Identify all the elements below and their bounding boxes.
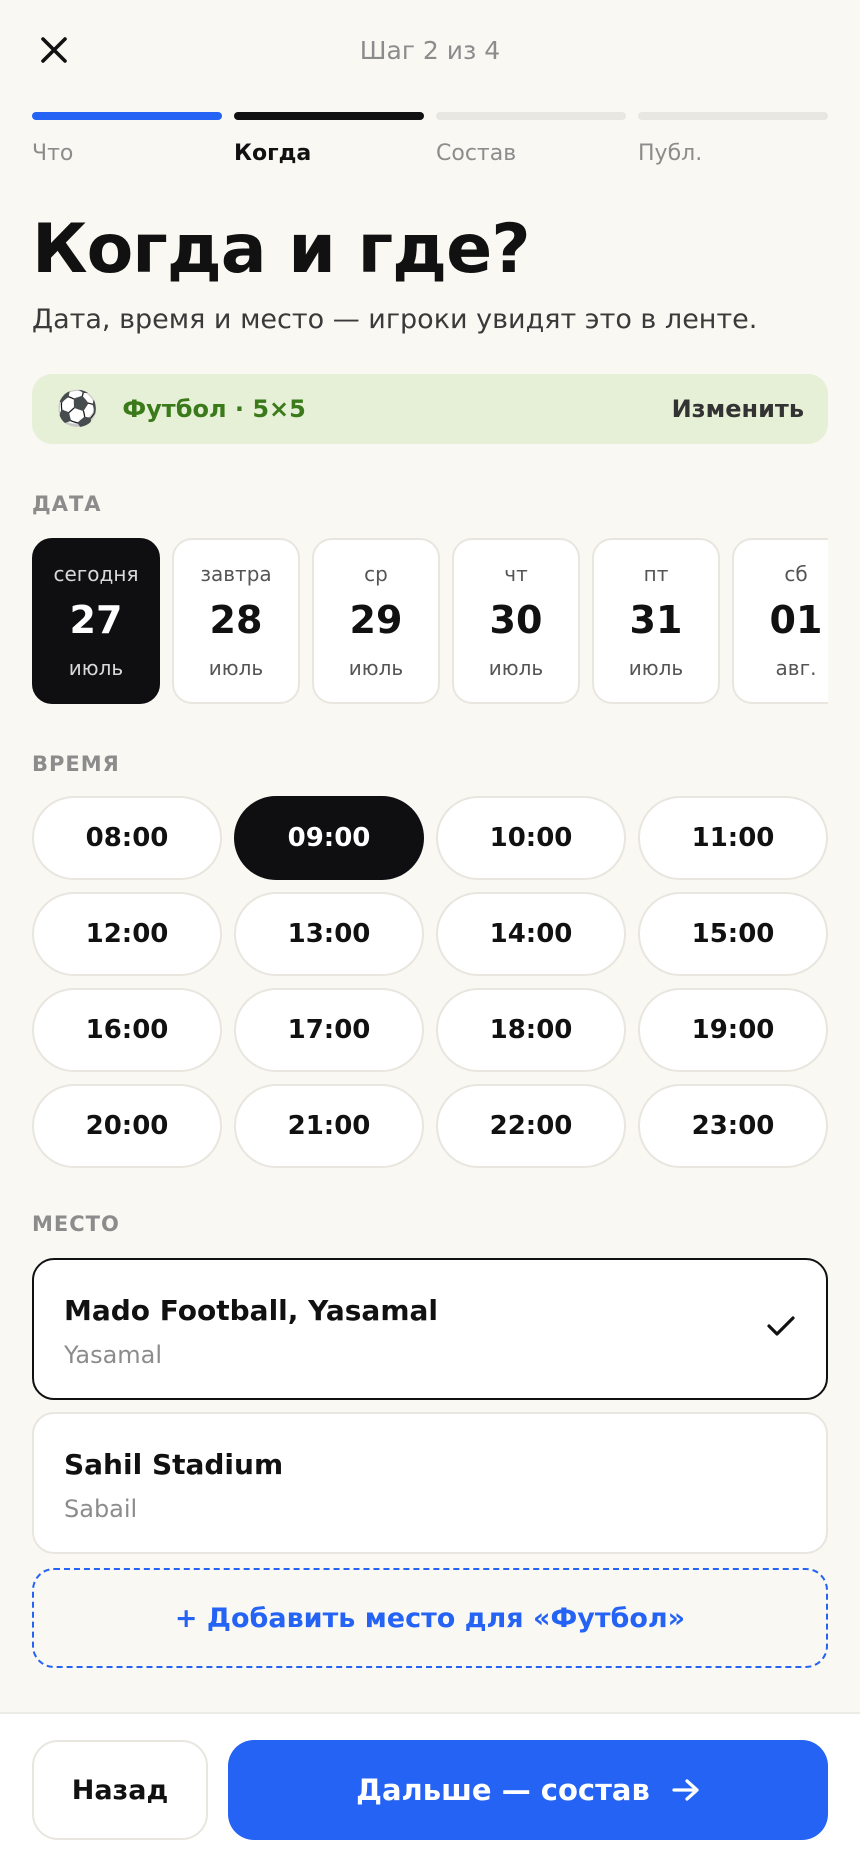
date-card[interactable]: пт 31 июль bbox=[592, 538, 720, 704]
date-month: июль bbox=[488, 656, 544, 680]
time-slot[interactable]: 08:00 bbox=[32, 796, 222, 880]
time-slot[interactable]: 23:00 bbox=[638, 1084, 828, 1168]
progress-step-label-current: Когда bbox=[234, 141, 312, 166]
time-grid: 08:00 09:00 10:00 11:00 12:00 13:00 14:00 15:00… bbox=[32, 796, 828, 1168]
date-weekday: сб bbox=[784, 562, 808, 586]
venue-name: Mado Football, Yasamal bbox=[64, 1294, 438, 1327]
time-slot[interactable]: 15:00 bbox=[638, 892, 828, 976]
progress-segment-2 bbox=[234, 112, 424, 120]
time-slot[interactable]: 19:00 bbox=[638, 988, 828, 1072]
date-card[interactable]: чт 30 июль bbox=[452, 538, 580, 704]
place-section-label: МЕСТО bbox=[32, 1212, 120, 1236]
date-card-selected[interactable]: сегодня 27 июль bbox=[32, 538, 160, 704]
venue-name: Sahil Stadium bbox=[64, 1448, 284, 1481]
date-month: июль bbox=[348, 656, 404, 680]
add-venue-button[interactable]: + Добавить место для «Футбол» bbox=[32, 1568, 828, 1668]
date-section-label: ДАТА bbox=[32, 492, 102, 516]
date-card[interactable]: завтра 28 июль bbox=[172, 538, 300, 704]
time-slot[interactable]: 12:00 bbox=[32, 892, 222, 976]
time-slot[interactable]: 11:00 bbox=[638, 796, 828, 880]
date-month: авг. bbox=[775, 656, 817, 680]
date-day: 28 bbox=[209, 598, 263, 642]
time-slot[interactable]: 17:00 bbox=[234, 988, 424, 1072]
sport-banner: ⚽ Футбол · 5×5 Изменить bbox=[32, 374, 828, 444]
date-carousel[interactable]: сегодня 27 июль завтра 28 июль ср 29 июль чт 30 июл… bbox=[32, 538, 828, 704]
date-month: июль bbox=[628, 656, 684, 680]
venue-card-selected[interactable]: Mado Football, Yasamal Yasamal bbox=[32, 1258, 828, 1400]
soccer-ball-icon: ⚽ bbox=[56, 389, 99, 429]
next-button-label: Дальше — состав bbox=[356, 1773, 650, 1807]
time-slot[interactable]: 18:00 bbox=[436, 988, 626, 1072]
time-slot[interactable]: 13:00 bbox=[234, 892, 424, 976]
change-sport-link[interactable]: Изменить bbox=[672, 395, 804, 423]
time-slot[interactable]: 14:00 bbox=[436, 892, 626, 976]
date-month: июль bbox=[68, 656, 124, 680]
add-venue-label: + Добавить место для «Футбол» bbox=[174, 1602, 686, 1634]
date-month: июль bbox=[208, 656, 264, 680]
time-slot[interactable]: 10:00 bbox=[436, 796, 626, 880]
venue-card[interactable]: Sahil Stadium Sabail bbox=[32, 1412, 828, 1554]
progress-step-label: Публ. bbox=[638, 141, 703, 166]
time-slot[interactable]: 22:00 bbox=[436, 1084, 626, 1168]
time-slot[interactable]: 21:00 bbox=[234, 1084, 424, 1168]
date-weekday: завтра bbox=[200, 562, 272, 586]
date-day: 01 bbox=[769, 598, 823, 642]
venue-area: Sabail bbox=[64, 1495, 138, 1523]
time-slot[interactable]: 20:00 bbox=[32, 1084, 222, 1168]
progress-segment-3 bbox=[436, 112, 626, 120]
arrow-right-icon bbox=[672, 1779, 699, 1801]
time-section-label: ВРЕМЯ bbox=[32, 752, 120, 776]
progress-segment-4 bbox=[638, 112, 828, 120]
time-slot[interactable]: 16:00 bbox=[32, 988, 222, 1072]
date-weekday: ср bbox=[364, 562, 388, 586]
page-title: Когда и где? bbox=[32, 210, 531, 289]
sport-name: Футбол · 5×5 bbox=[122, 395, 306, 423]
checkmark-icon bbox=[767, 1316, 795, 1336]
date-day: 29 bbox=[349, 598, 403, 642]
date-weekday: сегодня bbox=[53, 562, 139, 586]
date-card[interactable]: сб 01 авг. bbox=[732, 538, 828, 704]
progress-segment-1 bbox=[32, 112, 222, 120]
page-subtitle: Дата, время и место — игроки увидят это … bbox=[32, 304, 758, 335]
step-counter: Шаг 2 из 4 bbox=[359, 36, 501, 65]
time-slot-selected[interactable]: 09:00 bbox=[234, 796, 424, 880]
date-day: 31 bbox=[629, 598, 683, 642]
progress-step-label: Состав bbox=[436, 141, 517, 166]
date-day: 30 bbox=[489, 598, 543, 642]
venue-area: Yasamal bbox=[64, 1341, 163, 1369]
date-weekday: чт bbox=[504, 562, 528, 586]
progress-step-label: Что bbox=[32, 141, 74, 166]
back-button-label: Назад bbox=[71, 1774, 169, 1806]
date-day: 27 bbox=[69, 598, 123, 642]
date-card[interactable]: ср 29 июль bbox=[312, 538, 440, 704]
back-button[interactable]: Назад bbox=[32, 1740, 208, 1840]
date-weekday: пт bbox=[643, 562, 669, 586]
next-button[interactable]: Дальше — состав bbox=[228, 1740, 828, 1840]
